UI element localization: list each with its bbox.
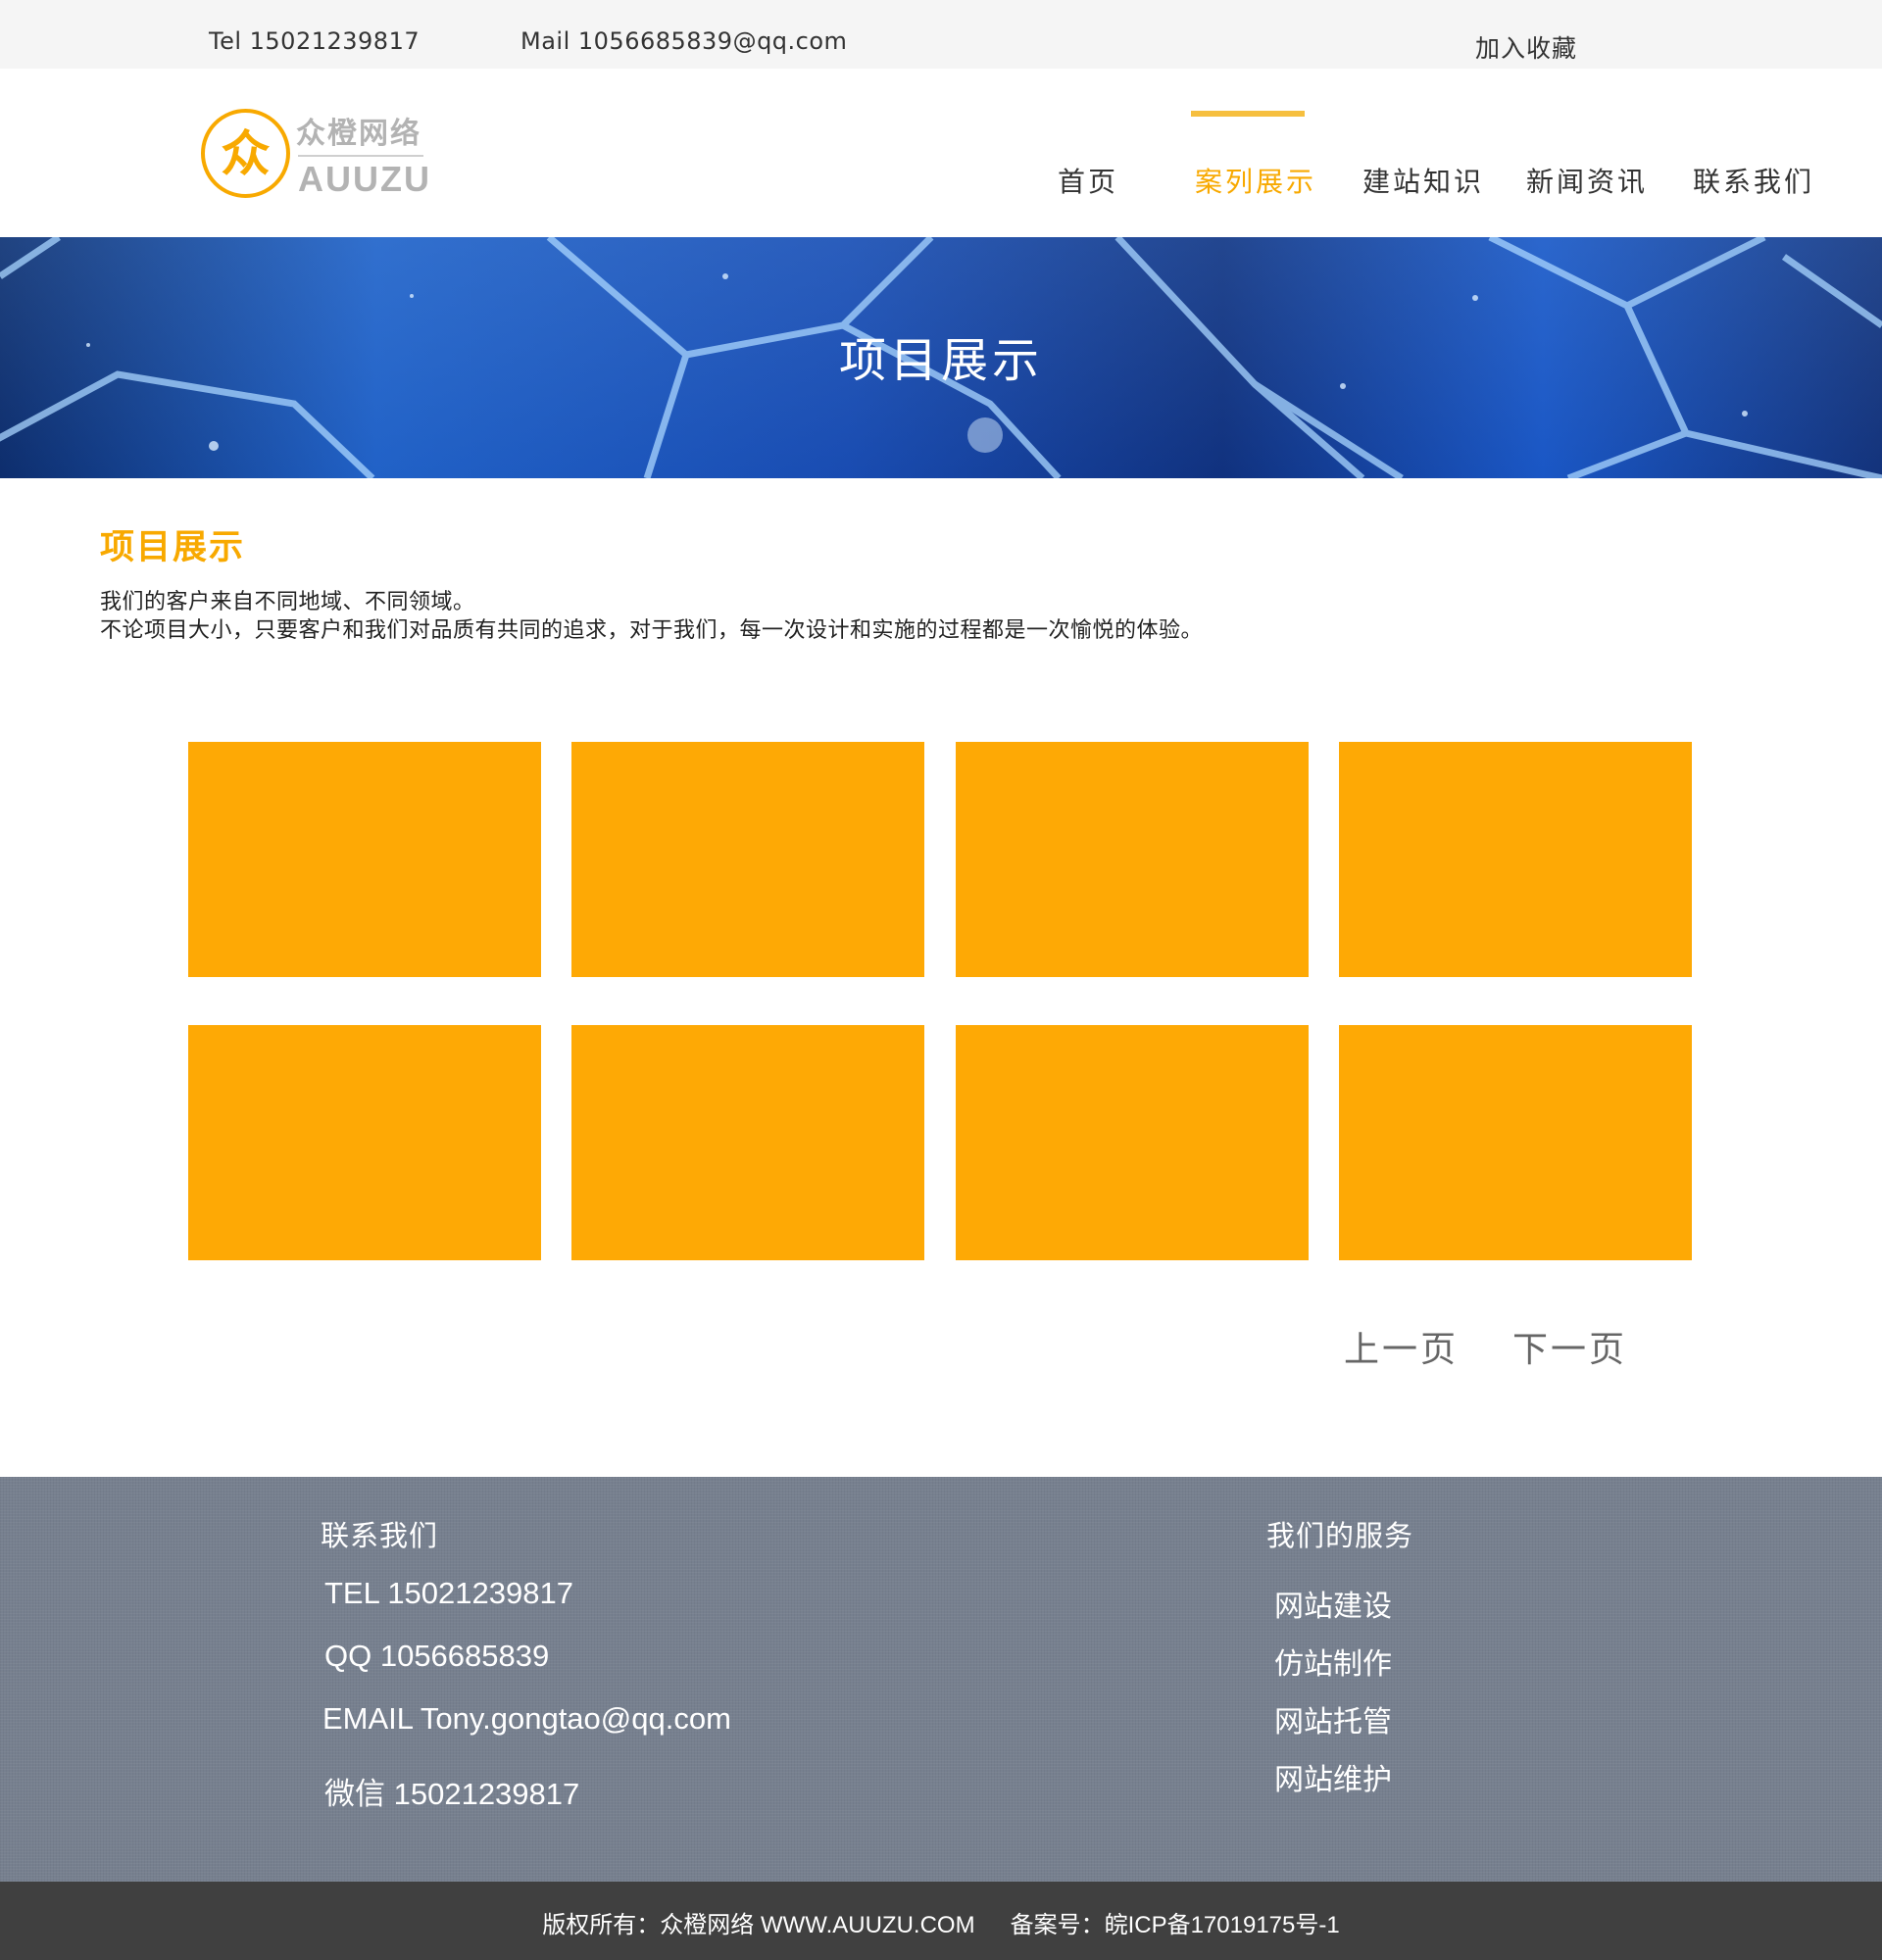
footer-service-item[interactable]: 仿站制作 bbox=[1274, 1640, 1392, 1683]
footer-email[interactable]: EMAIL Tony.gongtao@qq.com bbox=[322, 1701, 731, 1737]
top-bar: Tel 15021239817 Mail 1056685839@qq.com 加… bbox=[0, 0, 1882, 69]
top-tel: Tel 15021239817 bbox=[209, 27, 421, 55]
intro-line-2: 不论项目大小，只要客户和我们对品质有共同的追求，对于我们，每一次设计和实施的过程… bbox=[100, 618, 1204, 643]
copyright-icp[interactable]: 备案号：皖ICP备17019175号-1 bbox=[1011, 1905, 1340, 1939]
project-card[interactable] bbox=[571, 1025, 924, 1260]
main-nav: 首页 案列展示 建站知识 新闻资讯 联系我们 bbox=[0, 69, 1882, 237]
footer-qq: QQ 1056685839 bbox=[324, 1639, 550, 1673]
project-card[interactable] bbox=[188, 742, 541, 977]
nav-item-knowledge[interactable]: 建站知识 bbox=[1362, 161, 1484, 200]
copyright-bar: 版权所有：众橙网络 WWW.AUUZU.COM 备案号：皖ICP备17019175… bbox=[0, 1882, 1882, 1960]
nav-item-news[interactable]: 新闻资讯 bbox=[1526, 161, 1648, 200]
nav-item-contact[interactable]: 联系我们 bbox=[1693, 161, 1814, 200]
project-card[interactable] bbox=[956, 742, 1309, 977]
footer-services-title: 我们的服务 bbox=[1266, 1519, 1414, 1552]
nav-active-indicator bbox=[1191, 111, 1305, 117]
footer-contact-title: 联系我们 bbox=[321, 1519, 439, 1552]
footer-wechat: 微信 15021239817 bbox=[324, 1777, 580, 1811]
project-card[interactable] bbox=[1339, 1025, 1692, 1260]
copyright-owner: 版权所有：众橙网络 WWW.AUUZU.COM bbox=[542, 1912, 975, 1938]
project-card[interactable] bbox=[188, 1025, 541, 1260]
intro-line-1: 我们的客户来自不同地域、不同领域。 bbox=[100, 590, 475, 614]
hero-banner: 项目展示 bbox=[0, 237, 1882, 478]
nav-item-cases[interactable]: 案列展示 bbox=[1195, 161, 1316, 200]
top-mail[interactable]: Mail 1056685839@qq.com bbox=[520, 27, 847, 55]
footer: 联系我们 TEL 15021239817 QQ 1056685839 EMAIL… bbox=[0, 1477, 1882, 1882]
section-intro: 我们的客户来自不同地域、不同领域。 不论项目大小，只要客户和我们对品质有共同的追… bbox=[100, 588, 1203, 645]
footer-tel: TEL 15021239817 bbox=[324, 1576, 573, 1610]
nav-item-home[interactable]: 首页 bbox=[1058, 161, 1118, 200]
footer-service-item[interactable]: 网站托管 bbox=[1274, 1697, 1392, 1740]
next-page-link[interactable]: 下一页 bbox=[1512, 1321, 1627, 1372]
header: 众 众橙网络 AUUZU 首页 案列展示 建站知识 新闻资讯 联系我们 bbox=[0, 69, 1882, 237]
section-title: 项目展示 bbox=[100, 528, 246, 567]
banner-title: 项目展示 bbox=[838, 333, 1043, 388]
footer-service-item[interactable]: 网站建设 bbox=[1274, 1582, 1392, 1625]
project-card[interactable] bbox=[571, 742, 924, 977]
add-favorite-link[interactable]: 加入收藏 bbox=[1475, 29, 1577, 65]
project-card[interactable] bbox=[956, 1025, 1309, 1260]
prev-page-link[interactable]: 上一页 bbox=[1344, 1321, 1459, 1372]
footer-service-item[interactable]: 网站维护 bbox=[1274, 1755, 1392, 1798]
project-card[interactable] bbox=[1339, 742, 1692, 977]
